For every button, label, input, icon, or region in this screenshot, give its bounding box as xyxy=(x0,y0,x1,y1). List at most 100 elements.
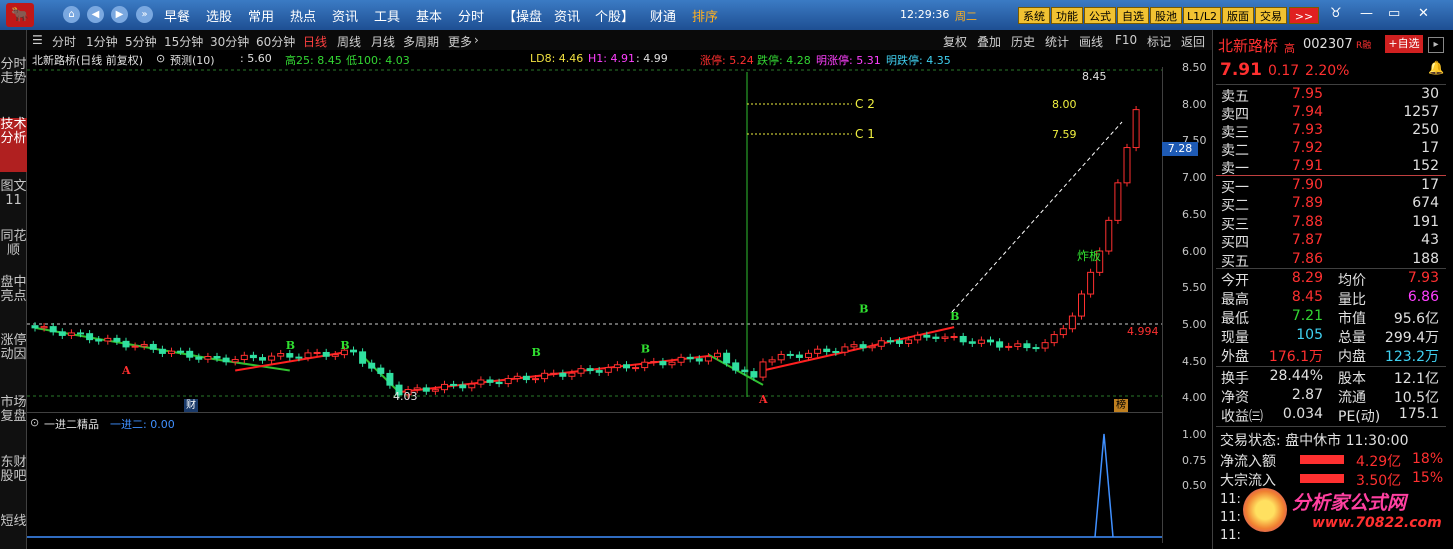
rank-marker[interactable]: 榜 xyxy=(1114,399,1128,412)
tab-market-review[interactable]: 市场复盘 xyxy=(0,396,27,424)
dropdown-icon[interactable]: ⊙ xyxy=(156,52,165,65)
menu-stock-select[interactable]: 选股 xyxy=(206,6,232,25)
stat-key: 最高 xyxy=(1221,292,1249,308)
tab-graphics[interactable]: 图文11 xyxy=(0,180,27,208)
tab-short-term[interactable]: 短线 xyxy=(0,515,27,529)
candle-body xyxy=(850,344,858,348)
menu-news[interactable]: 资讯 xyxy=(332,6,358,25)
candle-body xyxy=(268,355,276,361)
action-history[interactable]: 历史 xyxy=(1011,33,1035,50)
add-watchlist-button[interactable]: +自选 xyxy=(1385,35,1423,53)
action-mark[interactable]: 标记 xyxy=(1147,33,1171,50)
candle-body xyxy=(541,372,549,380)
candle-body xyxy=(168,350,175,354)
more-button[interactable]: >> xyxy=(1289,7,1319,24)
home-icon[interactable]: ⌂ xyxy=(63,6,80,23)
tick-row-2: 11: xyxy=(1220,510,1241,525)
period-30min[interactable]: 30分钟 xyxy=(210,33,249,50)
tab-forum[interactable]: 东财股吧 xyxy=(0,456,27,484)
candle-body xyxy=(777,353,785,361)
sys-button-layout[interactable]: 版面 xyxy=(1222,7,1254,24)
candle-body xyxy=(222,357,230,363)
candle-body xyxy=(1105,219,1113,252)
menu-hot[interactable]: 热点 xyxy=(290,6,316,25)
period-15min[interactable]: 15分钟 xyxy=(164,33,203,50)
stat-value: 2.87 xyxy=(1291,387,1323,403)
action-f10[interactable]: F10 xyxy=(1115,33,1137,47)
watermark-url: www.70822.com xyxy=(1312,515,1442,531)
close-icon[interactable]: ✕ xyxy=(1418,6,1429,21)
candle-body xyxy=(1132,109,1140,149)
chevron-right-icon[interactable]: › xyxy=(474,33,479,47)
maximize-icon[interactable]: ▭ xyxy=(1388,6,1400,21)
sys-button-function[interactable]: 功能 xyxy=(1051,7,1083,24)
period-daily[interactable]: 日线 xyxy=(303,33,327,50)
stat-key: 量比 xyxy=(1338,292,1366,308)
sys-button-level[interactable]: L1/L2 xyxy=(1183,7,1221,24)
candle-body xyxy=(1023,343,1031,349)
action-adjust[interactable]: 复权 xyxy=(943,33,967,50)
menu-timeshare[interactable]: 分时 xyxy=(458,6,484,25)
sys-button-formula[interactable]: 公式 xyxy=(1084,7,1116,24)
sys-button-system[interactable]: 系统 xyxy=(1018,7,1050,24)
stat-value: 105 xyxy=(1296,327,1323,343)
stat-value: 8.29 xyxy=(1291,270,1323,286)
tab-highlights[interactable]: 盘中亮点 xyxy=(0,276,27,304)
finance-marker[interactable]: 财 xyxy=(184,399,198,412)
stat-value: 123.2万 xyxy=(1384,349,1439,365)
bull-icon[interactable]: ♉ xyxy=(1330,6,1342,21)
action-draw[interactable]: 画线 xyxy=(1079,33,1103,50)
period-weekly[interactable]: 周线 xyxy=(337,33,361,50)
period-1min[interactable]: 1分钟 xyxy=(86,33,118,50)
period-timeshare[interactable]: 分时 xyxy=(52,33,76,50)
period-60min[interactable]: 60分钟 xyxy=(256,33,295,50)
bell-icon[interactable]: 🔔 xyxy=(1428,61,1444,76)
period-5min[interactable]: 5分钟 xyxy=(125,33,157,50)
candle-body xyxy=(723,352,731,364)
period-more[interactable]: 更多 xyxy=(448,33,472,50)
predict-label[interactable]: 预测(10) xyxy=(170,52,215,68)
back-icon[interactable]: ◀ xyxy=(87,6,104,23)
indicator-chart[interactable] xyxy=(27,420,1162,542)
ask-price: 7.95 xyxy=(1291,86,1323,102)
sys-button-watchlist[interactable]: 自选 xyxy=(1117,7,1149,24)
menu-stock-bracket[interactable]: 个股】 xyxy=(595,6,634,25)
tab-ths[interactable]: 同花顺 xyxy=(0,230,27,258)
menu-caitong[interactable]: 财通 xyxy=(650,6,676,25)
menu-basic[interactable]: 基本 xyxy=(416,6,442,25)
candle-body xyxy=(504,378,512,385)
forward-icon[interactable]: ▶ xyxy=(111,6,128,23)
action-stats[interactable]: 统计 xyxy=(1045,33,1069,50)
tab-limit-reason[interactable]: 涨停动因 xyxy=(0,334,27,362)
candle-body xyxy=(741,369,749,373)
minimize-icon[interactable]: — xyxy=(1360,6,1373,21)
candle-body xyxy=(759,361,767,378)
tick-row-3: 11: xyxy=(1220,528,1241,543)
expand-panel-icon[interactable]: ▸ xyxy=(1428,37,1444,53)
stat-value: 10.5亿 xyxy=(1393,390,1439,406)
candlestick-chart[interactable]: B B B B B B A A C 2 8.00 C 1 7.59 8.45 4.03 4.9… xyxy=(27,67,1162,403)
tab-timeshare[interactable]: 分时走势 xyxy=(0,58,27,86)
period-monthly[interactable]: 月线 xyxy=(371,33,395,50)
menu-breakfast[interactable]: 早餐 xyxy=(164,6,190,25)
period-multi[interactable]: 多周期 xyxy=(403,33,439,50)
candle-body xyxy=(286,353,294,358)
menu-news-2[interactable]: 资讯 xyxy=(554,6,580,25)
action-overlay[interactable]: 叠加 xyxy=(977,33,1001,50)
sys-button-trade[interactable]: 交易 xyxy=(1255,7,1287,24)
menu-trade-bracket[interactable]: 【操盘 xyxy=(503,6,542,25)
menu-tools[interactable]: 工具 xyxy=(374,6,400,25)
action-back[interactable]: 返回 xyxy=(1181,33,1205,50)
stock-name[interactable]: 北新路桥 xyxy=(1218,35,1278,56)
expand-icon[interactable]: » xyxy=(136,6,153,23)
candle-body xyxy=(659,361,667,366)
divider-3 xyxy=(1216,268,1446,269)
app-logo-icon[interactable]: 🐂 xyxy=(6,3,34,27)
menu-sort[interactable]: 排序 xyxy=(692,6,718,25)
collapse-icon[interactable]: ☰ xyxy=(32,33,43,47)
sys-button-stock-pool[interactable]: 股池 xyxy=(1150,7,1182,24)
tab-technical[interactable]: 技术分析 xyxy=(0,118,27,172)
stat-value: 7.93 xyxy=(1407,270,1439,286)
menu-common[interactable]: 常用 xyxy=(248,6,274,25)
sub-ytick-2: 0.75 xyxy=(1182,454,1207,467)
